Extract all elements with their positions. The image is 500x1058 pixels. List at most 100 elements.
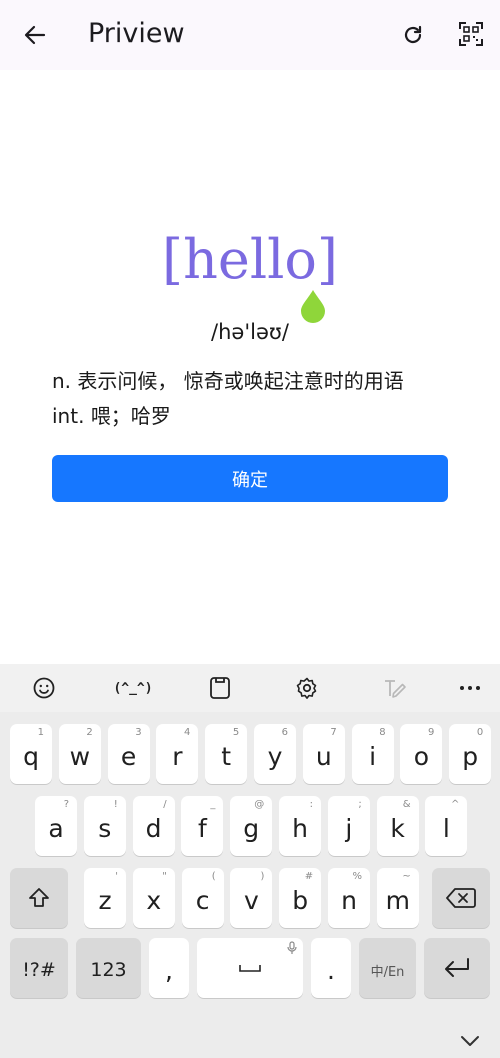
- language-switch-key[interactable]: 中/En: [359, 938, 416, 998]
- key-s[interactable]: ! s: [83, 796, 126, 856]
- period-key[interactable]: .: [311, 938, 351, 998]
- key-u[interactable]: 7u: [302, 724, 345, 784]
- key-hint: 3: [135, 727, 142, 738]
- arrow-left-icon[interactable]: [20, 20, 50, 50]
- key-o[interactable]: 9o: [400, 724, 443, 784]
- refresh-icon[interactable]: [398, 20, 428, 50]
- numbers-key[interactable]: 123: [76, 938, 141, 998]
- definition-line: n. 表示问候， 惊奇或唤起注意时的用语: [52, 369, 404, 393]
- key-t[interactable]: 5t: [205, 724, 248, 784]
- key-hint: ~: [402, 871, 411, 882]
- key-label: b: [292, 885, 309, 915]
- key-label: i: [369, 741, 377, 771]
- symbols-key[interactable]: !?#: [10, 938, 68, 998]
- key-f[interactable]: _ f: [181, 796, 224, 856]
- key-l[interactable]: ^ l: [425, 796, 468, 856]
- app-bar: Priview: [0, 0, 500, 70]
- gear-icon[interactable]: [291, 673, 323, 703]
- key-label: m: [385, 885, 410, 915]
- key-hint: ;: [358, 799, 362, 810]
- key-i[interactable]: 8i: [351, 724, 394, 784]
- key-hint: ?: [63, 799, 69, 810]
- chevron-down-icon[interactable]: [458, 1032, 482, 1050]
- key-q[interactable]: 1q: [10, 724, 52, 784]
- key-hint: /: [163, 799, 167, 810]
- kaomoji-button[interactable]: (^_^): [113, 673, 152, 703]
- key-hint: 1: [37, 727, 44, 738]
- headword: [hello]: [162, 228, 338, 291]
- key-label: w: [69, 741, 91, 771]
- key-hint: 0: [476, 727, 484, 738]
- key-n[interactable]: % n: [328, 868, 370, 928]
- key-j[interactable]: ; j: [327, 796, 370, 856]
- comma-key[interactable]: ,: [149, 938, 189, 998]
- key-w[interactable]: 2w: [58, 724, 101, 784]
- key-d[interactable]: / d: [132, 796, 175, 856]
- key-hint: _: [210, 799, 216, 810]
- key-label: n: [341, 885, 357, 915]
- shift-icon: [29, 888, 49, 907]
- key-e[interactable]: 3e: [107, 724, 150, 784]
- keyboard-toolbar: (^_^): [0, 664, 500, 712]
- key-hint: (: [211, 871, 216, 882]
- key-hint: %: [352, 871, 362, 882]
- key-label: h: [292, 813, 308, 843]
- key-hint: ^: [451, 799, 460, 810]
- microphone-icon: [287, 941, 297, 958]
- key-label: e: [120, 741, 137, 771]
- key-label: p: [462, 741, 479, 771]
- backspace-icon: [446, 888, 476, 908]
- key-hint: &: [402, 799, 411, 810]
- enter-icon: [445, 958, 469, 977]
- key-hint: ': [115, 871, 118, 882]
- key-z[interactable]: ' z: [84, 868, 126, 928]
- key-h[interactable]: :h: [279, 796, 321, 856]
- clipboard-icon[interactable]: [204, 673, 236, 703]
- key-y[interactable]: 6y: [254, 724, 296, 784]
- key-g[interactable]: @ g: [230, 796, 273, 856]
- key-hint: 5: [232, 727, 240, 738]
- key-label: z: [98, 885, 112, 915]
- key-c[interactable]: (c: [181, 868, 224, 928]
- confirm-button[interactable]: 确定: [52, 455, 448, 502]
- soft-keyboard: (^_^) 1q2w3e4r5t6y7u8i9o0p ? a! s / d _ f @ g: h;…: [0, 664, 500, 1058]
- key-v[interactable]: ) v: [230, 868, 273, 928]
- key-label: o: [413, 741, 430, 771]
- definition-line: int. 喂；哈罗: [52, 404, 171, 428]
- key-x[interactable]: " x: [132, 868, 175, 928]
- key-hint: 6: [281, 727, 288, 738]
- key-label: u: [315, 741, 332, 771]
- key-k[interactable]: & k: [376, 796, 419, 856]
- language-switch-label: 中/En: [370, 964, 405, 980]
- space-icon: [239, 965, 261, 972]
- space-key[interactable]: [197, 938, 303, 998]
- key-hint: #: [304, 871, 314, 882]
- qr-scan-icon[interactable]: [456, 19, 486, 49]
- key-hint: 7: [330, 727, 337, 738]
- key-p[interactable]: 0p: [449, 724, 492, 784]
- backspace-key[interactable]: [432, 868, 490, 928]
- key-label: d: [145, 813, 162, 843]
- enter-key[interactable]: [424, 938, 490, 998]
- key-label: q: [23, 741, 39, 771]
- emoji-icon[interactable]: [28, 673, 60, 703]
- key-hint: 9: [428, 727, 435, 738]
- numbers-key-label: 123: [90, 959, 127, 981]
- key-m[interactable]: ~ m: [376, 868, 419, 928]
- key-label: s: [98, 813, 112, 843]
- key-label: l: [442, 813, 450, 843]
- key-label: t: [221, 741, 232, 771]
- more-icon[interactable]: [454, 673, 486, 703]
- symbols-key-label: !?#: [22, 959, 56, 981]
- key-hint: 8: [379, 727, 386, 738]
- key-label: k: [390, 813, 405, 843]
- key-r[interactable]: 4r: [156, 724, 199, 784]
- key-label: j: [345, 813, 353, 843]
- shift-key[interactable]: [10, 868, 68, 928]
- phonetic: /hə'ləʊ/: [211, 320, 289, 344]
- handwriting-icon[interactable]: [379, 673, 411, 703]
- key-a[interactable]: ? a: [35, 796, 77, 856]
- key-b[interactable]: # b: [279, 868, 322, 928]
- page-title: Priview: [88, 18, 185, 49]
- key-hint: ": [162, 871, 167, 882]
